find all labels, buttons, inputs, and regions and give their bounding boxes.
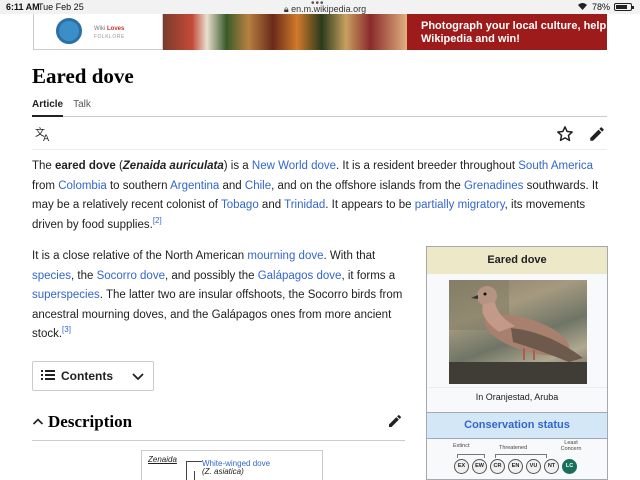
infobox-title: Eared dove [427,247,607,274]
battery-percent: 78% [591,2,610,12]
page-title: Eared dove [32,64,134,88]
status-time: 6:11 AM [6,2,40,12]
link-mourning-dove[interactable]: mourning dove [247,250,323,262]
group-least-concern: Least Concern [560,440,582,452]
link-partially-migratory[interactable]: partially migratory [415,199,505,211]
wifi-icon [577,2,588,12]
intro-paragraph-2: It is a close relative of the North Amer… [32,250,403,340]
iucn-cr[interactable]: CR [490,459,505,474]
link-grenadines[interactable]: Grenadines [464,180,523,192]
conservation-status-header[interactable]: Conservation status [427,412,607,439]
contents-toggle-button[interactable]: Contents [32,361,154,391]
banner-photo-strip [163,14,407,50]
reference-2[interactable]: [2] [153,216,162,225]
clado-genus[interactable]: Zenaida [148,455,177,464]
iucn-vu[interactable]: VU [526,459,541,474]
logo-loves: Loves [107,26,125,32]
cladogram: Zenaida White-winged dove (Z. asiatica) [141,450,323,480]
dove-photo[interactable] [449,280,587,384]
chevron-up-icon[interactable] [32,415,44,433]
clado-branch [194,471,202,480]
intro-paragraph-1: The eared dove (Zenaida auriculata) is a… [32,160,599,231]
photo-caption: In Oranjestad, Aruba [475,392,559,402]
reference-3[interactable]: [3] [62,325,71,334]
promo-line-1: Photograph your local culture, help [421,20,607,32]
svg-text:A: A [43,134,50,143]
link-species[interactable]: species [32,270,71,282]
watch-star-icon[interactable] [556,125,574,143]
logo-folklore: FOLKLORE [94,34,125,40]
taxobox: Eared dove In Oranjestad, Aruba Conserva… [426,246,608,480]
logo-wiki: Wiki [94,26,106,32]
status-date: Tue Feb 25 [38,2,84,12]
lock-icon: 🔒︎ [283,4,289,14]
contents-label: Contents [61,369,113,383]
scientific-name: Zenaida auriculata [122,160,224,172]
banner-promo-text[interactable]: Photograph your local culture, help Wiki… [407,14,607,50]
tab-talk[interactable]: Talk [73,98,91,117]
url-text: en.m.wikipedia.org [291,4,367,14]
link-superspecies[interactable]: superspecies [32,289,100,301]
ios-status-bar: 6:11 AM Tue Feb 25 ••• 🔒︎ en.m.wikipedia… [0,0,640,14]
group-extinct: Extinct [453,443,470,449]
list-icon [41,369,55,384]
globe-icon [56,18,82,44]
infobox-separator [427,387,607,388]
group-threatened: Threatened [499,445,528,451]
namespace-tabs: Article Talk [32,98,607,117]
link-trinidad[interactable]: Trinidad [284,199,325,211]
link-new-world-dove[interactable]: New World dove [252,160,336,172]
iucn-ew[interactable]: EW [472,459,487,474]
battery-fill [616,5,627,9]
chevron-down-icon [131,369,145,386]
brace-extinct [457,454,485,458]
campaign-banner[interactable]: Wiki Loves FOLKLORE Photograph your loca… [33,14,607,50]
bold-term: eared dove [55,160,116,172]
iucn-status-scale: Extinct Threatened Least Concern EX EW C… [427,440,607,480]
link-tobago[interactable]: Tobago [221,199,259,211]
link-chile[interactable]: Chile [245,180,271,192]
status-right: 78% [577,2,634,12]
section-description[interactable]: Description [32,409,405,441]
tab-article[interactable]: Article [32,98,64,117]
edit-pencil-icon[interactable] [588,125,606,143]
link-galapagos-dove[interactable]: Galápagos dove [258,270,342,282]
edit-section-pencil-icon[interactable] [387,413,403,434]
page-actions-toolbar: 文 A [32,117,607,150]
link-argentina[interactable]: Argentina [170,180,219,192]
language-icon[interactable]: 文 A [34,125,52,144]
brace-threatened [495,454,547,458]
promo-line-2: Wikipedia and win! [421,33,520,45]
battery-icon [614,3,634,11]
iucn-en[interactable]: EN [508,459,523,474]
clado-species-2: (Z. asiatica) [202,467,244,476]
iucn-nt[interactable]: NT [544,459,559,474]
iucn-ex[interactable]: EX [454,459,469,474]
wiki-loves-folklore-logo: Wiki Loves FOLKLORE [33,14,163,50]
section-heading: Description [48,412,133,431]
iucn-lc[interactable]: LC [562,459,577,474]
link-socorro-dove[interactable]: Socorro dove [97,270,165,282]
link-colombia[interactable]: Colombia [58,180,107,192]
link-south-america[interactable]: South America [518,160,593,172]
